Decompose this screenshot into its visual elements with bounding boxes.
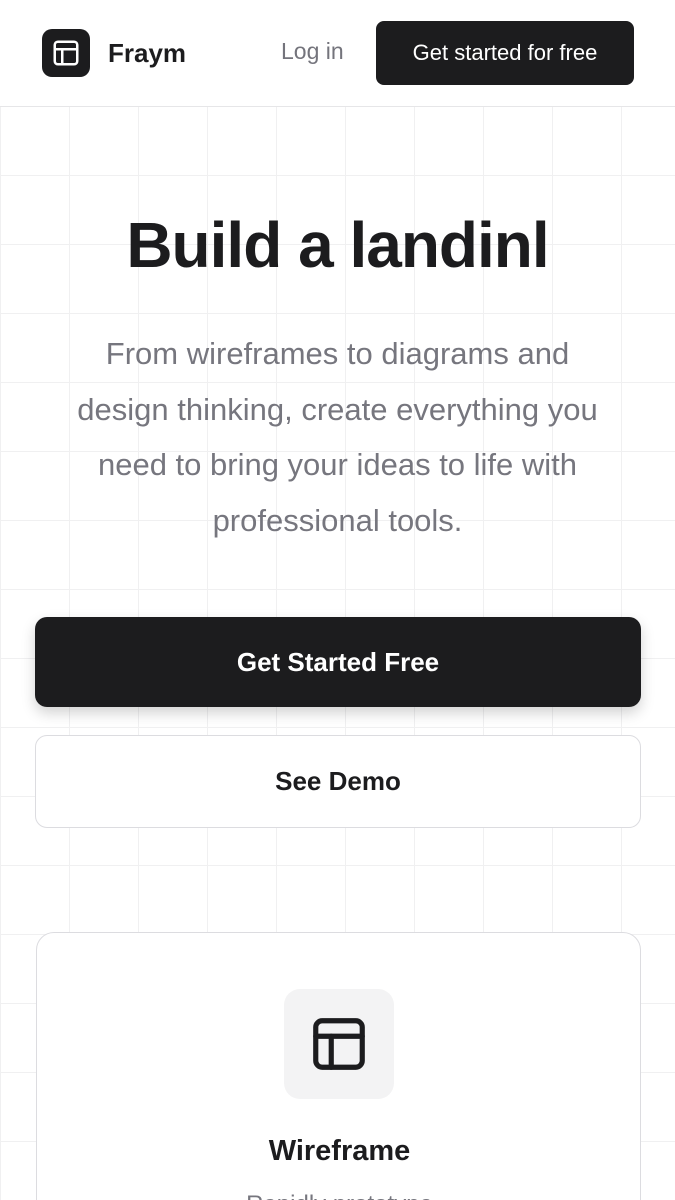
hero-title: Build a landinl (126, 209, 549, 281)
landing-page: Fraym Log in Get started for free Build … (0, 0, 675, 1200)
hero-subtitle-line: From wireframes to diagrams and (105, 336, 570, 371)
layout-icon (42, 29, 90, 77)
get-started-free-button[interactable]: Get Started Free (35, 617, 641, 707)
brand[interactable]: Fraym (42, 29, 186, 77)
feature-description: Rapidly prototype (37, 1191, 642, 1200)
feature-card-wireframe[interactable]: Wireframe Rapidly prototype (36, 932, 641, 1200)
hero-subtitle-line: need to bring your ideas to life with (97, 447, 578, 482)
layout-icon (284, 989, 394, 1099)
hero-subtitle-line: professional tools. (212, 502, 463, 538)
login-link[interactable]: Log in (281, 38, 344, 65)
get-started-header-button[interactable]: Get started for free (376, 21, 634, 85)
see-demo-button[interactable]: See Demo (35, 735, 641, 828)
hero-subtitle: From wireframes to diagrams and design t… (40, 326, 635, 548)
feature-title: Wireframe (268, 1135, 411, 1167)
brand-name: Fraym (108, 37, 187, 68)
hero-subtitle-line: design thinking, create everything you (77, 391, 598, 427)
top-nav: Fraym Log in Get started for free (0, 0, 675, 107)
